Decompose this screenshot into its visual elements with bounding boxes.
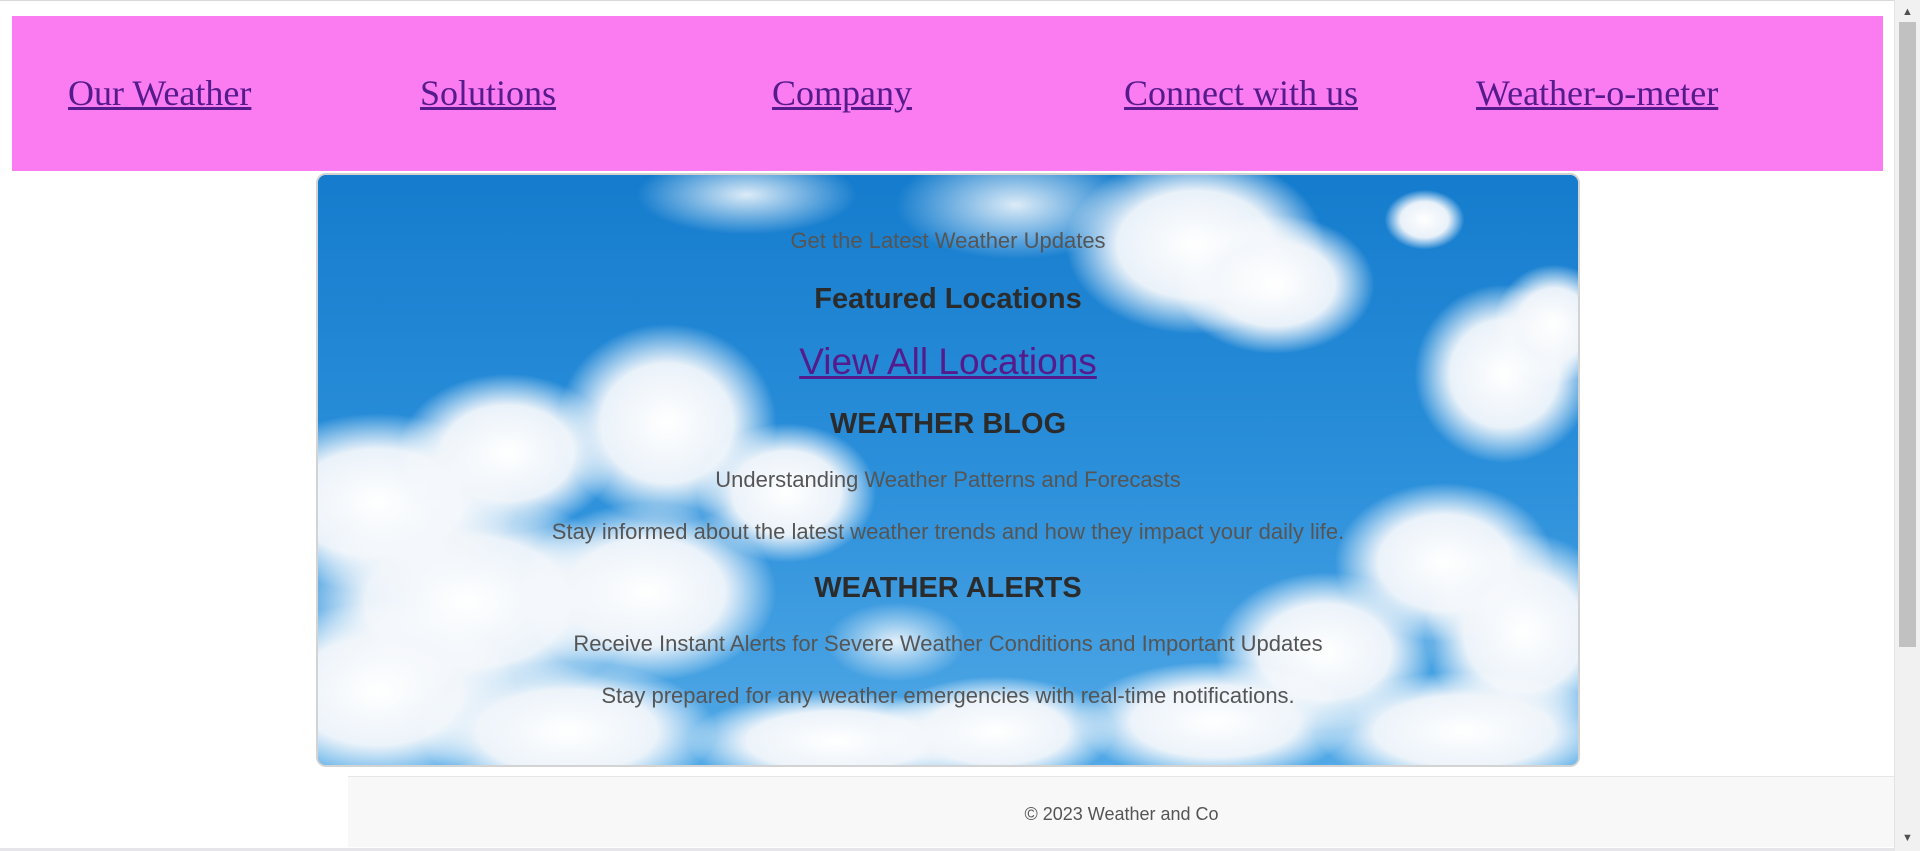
scroll-up-arrow-icon[interactable]: ▲ xyxy=(1895,2,1920,22)
top-divider xyxy=(0,0,1895,4)
nav-link-weather-o-meter[interactable]: Weather-o-meter xyxy=(1476,70,1718,117)
blog-post-title: Understanding Weather Patterns and Forec… xyxy=(715,467,1181,492)
nav-link-solutions[interactable]: Solutions xyxy=(420,70,556,117)
nav-link-connect-with-us[interactable]: Connect with us xyxy=(1124,70,1358,117)
nav-link-our-weather[interactable]: Our Weather xyxy=(68,70,251,117)
featured-locations-heading: Featured Locations xyxy=(814,283,1082,315)
weather-alerts-heading: WEATHER ALERTS xyxy=(814,572,1082,604)
nav-link-company[interactable]: Company xyxy=(772,70,912,117)
blog-post-description: Stay informed about the latest weather t… xyxy=(551,519,1345,544)
vertical-scrollbar[interactable]: ▲ ▼ xyxy=(1894,0,1920,851)
scrollbar-thumb[interactable] xyxy=(1899,22,1916,647)
main-navbar: Our Weather Solutions Company Connect wi… xyxy=(12,16,1883,171)
hero-tagline: Get the Latest Weather Updates xyxy=(790,228,1106,253)
page-footer: © 2023 Weather and Co xyxy=(348,776,1895,847)
browser-viewport: Our Weather Solutions Company Connect wi… xyxy=(0,0,1920,851)
scroll-down-arrow-icon[interactable]: ▼ xyxy=(1895,828,1920,848)
weather-blog-heading: WEATHER BLOG xyxy=(829,408,1067,440)
hero-section: Get the Latest Weather Updates Featured … xyxy=(316,173,1580,767)
alerts-description: Stay prepared for any weather emergencie… xyxy=(601,683,1295,708)
alerts-title: Receive Instant Alerts for Severe Weathe… xyxy=(573,631,1323,656)
footer-copyright: © 2023 Weather and Co xyxy=(1024,804,1219,824)
view-all-locations-link[interactable]: View All Locations xyxy=(318,341,1578,383)
